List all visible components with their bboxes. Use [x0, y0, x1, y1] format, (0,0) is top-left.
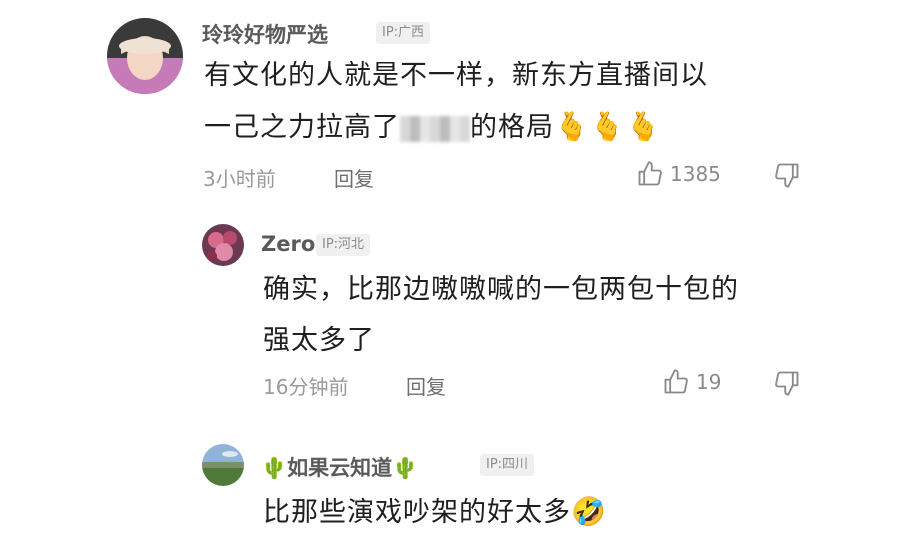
like-count: 19 [696, 370, 722, 394]
comment-text-line: 一己之力拉高了 的格局🫰🫰🫰 [204, 101, 824, 153]
comment-text-line: 有文化的人就是不一样，新东方直播间以 [204, 60, 708, 91]
ip-badge: IP:河北 [316, 234, 371, 256]
finger-heart-emoji: 🫰🫰🫰 [554, 110, 662, 143]
thumbs-down-icon [775, 371, 799, 396]
username[interactable]: 玲玲好物严选 [202, 19, 328, 49]
comment-text-line: 比那些演戏吵架的好太多🤣 [263, 486, 843, 538]
avatar[interactable] [202, 444, 244, 486]
thumbs-down-icon [775, 163, 799, 188]
like-count: 1385 [670, 162, 721, 186]
comment-text-segment: 一己之力拉高了 [204, 112, 400, 143]
comment-text: 确实，比那边嗷嗷喊的一包两包十包的 强太多了 [263, 264, 843, 366]
ip-badge: IP:四川 [480, 454, 535, 476]
comment-text-line: 确实，比那边嗷嗷喊的一包两包十包的 [263, 274, 739, 305]
laughing-crying-emoji: 🤣 [571, 495, 607, 528]
comment-text-segment: 的格局 [470, 112, 554, 143]
thumbs-up-icon [638, 161, 662, 186]
reply-button[interactable]: 回复 [406, 371, 446, 400]
comment-time: 3小时前 [203, 167, 276, 191]
comment-text-line: 强太多了 [263, 325, 375, 356]
like-button[interactable]: 1385 [636, 160, 721, 188]
comment-text-segment: 比那些演戏吵架的好太多 [263, 497, 571, 528]
like-button[interactable]: 19 [662, 368, 721, 396]
avatar[interactable] [107, 18, 183, 94]
username[interactable]: 🌵如果云知道🌵 [261, 452, 418, 482]
comment-time: 16分钟前 [263, 375, 349, 399]
dislike-button[interactable] [773, 369, 801, 401]
blurred-text [400, 115, 470, 142]
avatar[interactable] [202, 224, 244, 266]
dislike-button[interactable] [773, 161, 801, 193]
comment-text: 有文化的人就是不一样，新东方直播间以 一己之力拉高了 的格局🫰🫰🫰 [204, 50, 824, 153]
username[interactable]: Zero [261, 232, 315, 256]
comment-text: 比那些演戏吵架的好太多🤣 [263, 486, 843, 538]
ip-badge: IP:广西 [376, 22, 431, 44]
reply-button[interactable]: 回复 [334, 163, 374, 192]
thumbs-up-icon [664, 369, 688, 394]
